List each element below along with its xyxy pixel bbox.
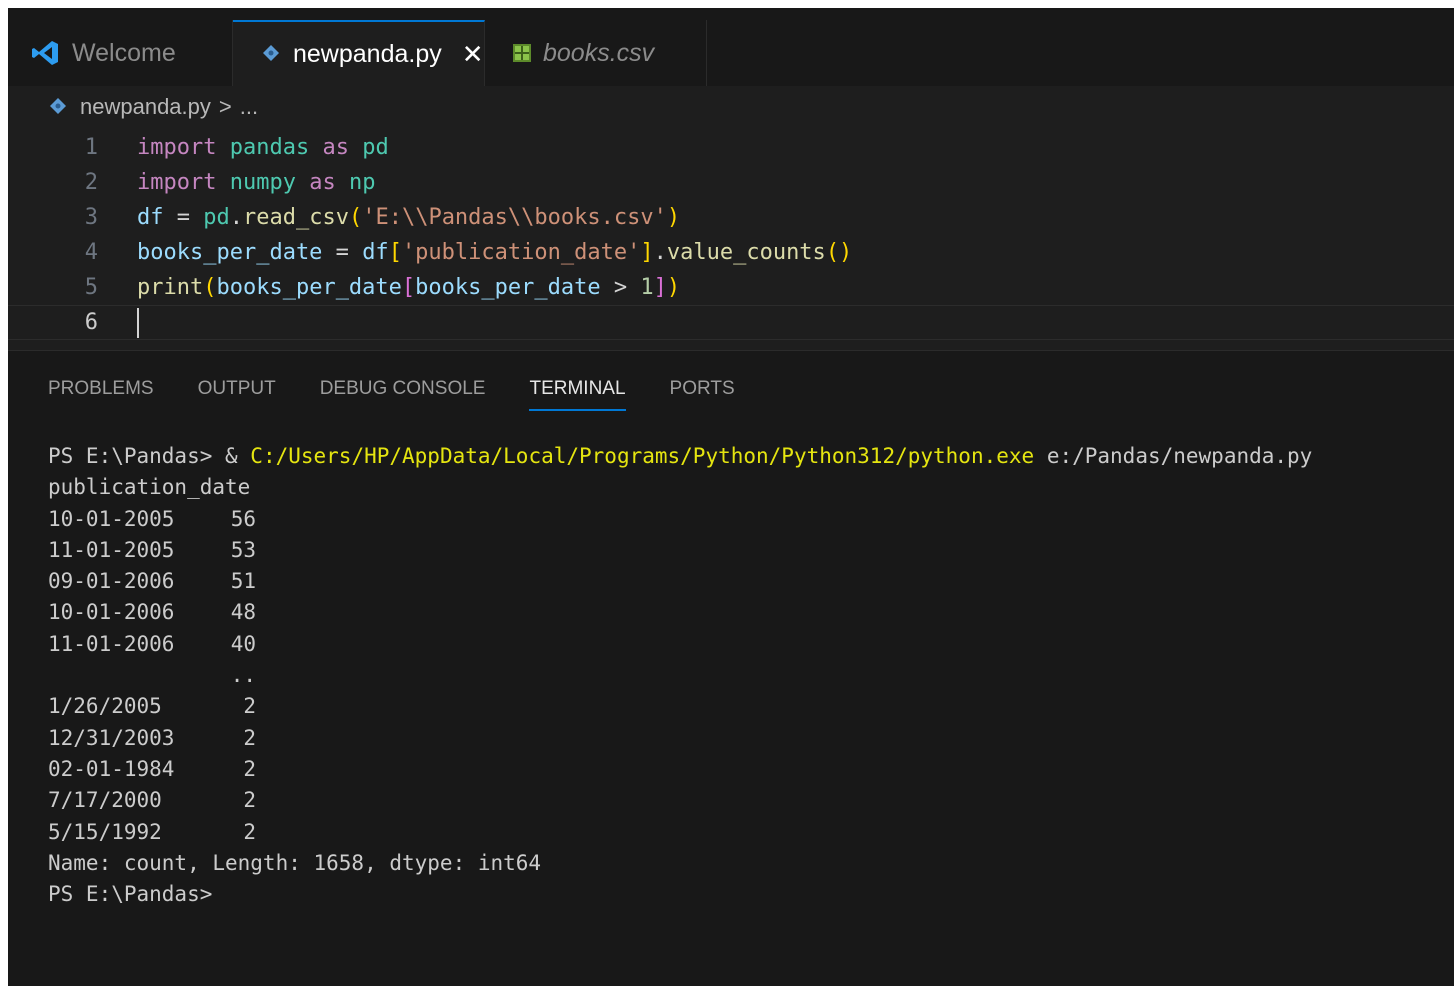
code-line: 1 import pandas as pd bbox=[8, 130, 1454, 165]
code-editor[interactable]: 1 import pandas as pd 2 import numpy as … bbox=[8, 126, 1454, 348]
terminal-row-date: 11-01-2006 bbox=[48, 631, 175, 656]
terminal-header: publication_date bbox=[48, 475, 251, 500]
terminal-row: 12/31/2003 2 bbox=[48, 723, 1312, 754]
terminal-row-count: 2 bbox=[243, 725, 256, 750]
terminal-row: 7/17/2000 2 bbox=[48, 785, 1312, 816]
tab-terminal[interactable]: TERMINAL bbox=[529, 371, 626, 411]
terminal-row: 02-01-1984 2 bbox=[48, 754, 1312, 785]
terminal-row-date: 1/26/2005 bbox=[48, 694, 162, 719]
terminal-footer: Name: count, Length: 1658, dtype: int64 bbox=[48, 850, 542, 875]
terminal-row-date: 10-01-2006 bbox=[48, 600, 175, 625]
terminal-output[interactable]: PS E:\Pandas> & C:/Users/HP/AppData/Loca… bbox=[48, 441, 1312, 910]
terminal-command-line: PS E:\Pandas> & C:/Users/HP/AppData/Loca… bbox=[48, 441, 1312, 472]
editor-tab-bar: Welcome newpanda.py ✕ books.csv bbox=[8, 8, 1454, 86]
text-cursor bbox=[137, 307, 139, 338]
terminal-row-date: 7/17/2000 bbox=[48, 788, 162, 813]
breadcrumb-symbols[interactable]: ... bbox=[240, 94, 258, 120]
terminal-row-count: 51 bbox=[230, 569, 256, 594]
terminal-row: 11-01-2005 53 bbox=[48, 535, 1312, 566]
terminal-row-count: 2 bbox=[243, 694, 256, 719]
tab-debug-console[interactable]: DEBUG CONSOLE bbox=[320, 371, 486, 411]
tab-books-csv[interactable]: books.csv bbox=[485, 20, 707, 86]
code-text: books_per_date = df['publication_date'].… bbox=[137, 240, 853, 265]
terminal-row-count: 40 bbox=[230, 631, 256, 656]
code-line: 5 print(books_per_date[books_per_date > … bbox=[8, 270, 1454, 305]
terminal-row-count: 53 bbox=[230, 537, 256, 562]
terminal-exe-path: C:/Users/HP/AppData/Local/Programs/Pytho… bbox=[250, 444, 1035, 468]
csv-file-icon bbox=[513, 44, 531, 62]
line-number: 5 bbox=[84, 275, 98, 300]
terminal-prompt: PS E:\Pandas> & bbox=[48, 444, 251, 468]
tab-newpanda-label: newpanda.py bbox=[293, 39, 442, 68]
line-number: 6 bbox=[84, 310, 98, 335]
terminal-row-count: 2 bbox=[243, 788, 256, 813]
terminal-row-date: 11-01-2005 bbox=[48, 537, 175, 562]
code-line: 3 df = pd.read_csv('E:\\Pandas\\books.cs… bbox=[8, 200, 1454, 235]
terminal-row-count: 2 bbox=[243, 756, 256, 781]
tab-problems[interactable]: PROBLEMS bbox=[48, 371, 154, 411]
terminal-row: 5/15/1992 2 bbox=[48, 817, 1312, 848]
line-number: 1 bbox=[84, 135, 98, 160]
python-file-icon bbox=[263, 45, 279, 61]
terminal-row-count: 2 bbox=[243, 819, 256, 844]
line-number: 2 bbox=[84, 170, 98, 195]
terminal-row-date: 10-01-2005 bbox=[48, 506, 175, 531]
tab-welcome[interactable]: Welcome bbox=[8, 20, 233, 86]
code-text: import numpy as np bbox=[137, 170, 376, 195]
terminal-row-count: 56 bbox=[230, 506, 256, 531]
terminal-final-prompt: PS E:\Pandas> bbox=[48, 882, 213, 907]
bottom-panel: PROBLEMS OUTPUT DEBUG CONSOLE TERMINAL P… bbox=[8, 350, 1454, 986]
line-number: 3 bbox=[84, 205, 98, 230]
breadcrumb-file[interactable]: newpanda.py bbox=[80, 94, 211, 120]
terminal-row-count: .. bbox=[230, 663, 256, 688]
code-line: 4 books_per_date = df['publication_date'… bbox=[8, 235, 1454, 270]
terminal-row-date: 12/31/2003 bbox=[48, 725, 175, 750]
breadcrumb: newpanda.py > ... bbox=[48, 90, 258, 124]
code-text: import pandas as pd bbox=[137, 135, 389, 160]
line-number: 4 bbox=[84, 240, 98, 265]
code-line: 2 import numpy as np bbox=[8, 165, 1454, 200]
terminal-row-count: 48 bbox=[230, 600, 256, 625]
code-text: print(books_per_date[books_per_date > 1]… bbox=[137, 275, 681, 300]
terminal-row-date: 02-01-1984 bbox=[48, 756, 175, 781]
vscode-logo-icon bbox=[32, 41, 58, 65]
code-line-current: 6 bbox=[8, 305, 1454, 340]
terminal-script-arg: e:/Pandas/newpanda.py bbox=[1034, 444, 1313, 468]
tab-newpanda[interactable]: newpanda.py ✕ bbox=[233, 20, 485, 86]
tab-welcome-label: Welcome bbox=[72, 38, 176, 67]
terminal-row: .. bbox=[48, 660, 1312, 691]
terminal-row-date: 09-01-2006 bbox=[48, 569, 175, 594]
terminal-row: 10-01-2006 48 bbox=[48, 597, 1312, 628]
panel-tab-bar: PROBLEMS OUTPUT DEBUG CONSOLE TERMINAL P… bbox=[48, 371, 779, 411]
tab-ports[interactable]: PORTS bbox=[670, 371, 735, 411]
python-file-icon bbox=[50, 98, 66, 114]
tab-output[interactable]: OUTPUT bbox=[198, 371, 276, 411]
terminal-row: 11-01-2006 40 bbox=[48, 629, 1312, 660]
close-icon[interactable]: ✕ bbox=[462, 41, 484, 67]
terminal-row: 1/26/2005 2 bbox=[48, 691, 1312, 722]
vscode-window: Welcome newpanda.py ✕ books.csv newpanda… bbox=[8, 8, 1454, 986]
terminal-row: 10-01-2005 56 bbox=[48, 504, 1312, 535]
terminal-row-date: 5/15/1992 bbox=[48, 819, 162, 844]
terminal-row: 09-01-2006 51 bbox=[48, 566, 1312, 597]
code-text: df = pd.read_csv('E:\\Pandas\\books.csv'… bbox=[137, 205, 681, 230]
breadcrumb-separator: > bbox=[218, 94, 232, 119]
tab-books-label: books.csv bbox=[543, 38, 655, 67]
